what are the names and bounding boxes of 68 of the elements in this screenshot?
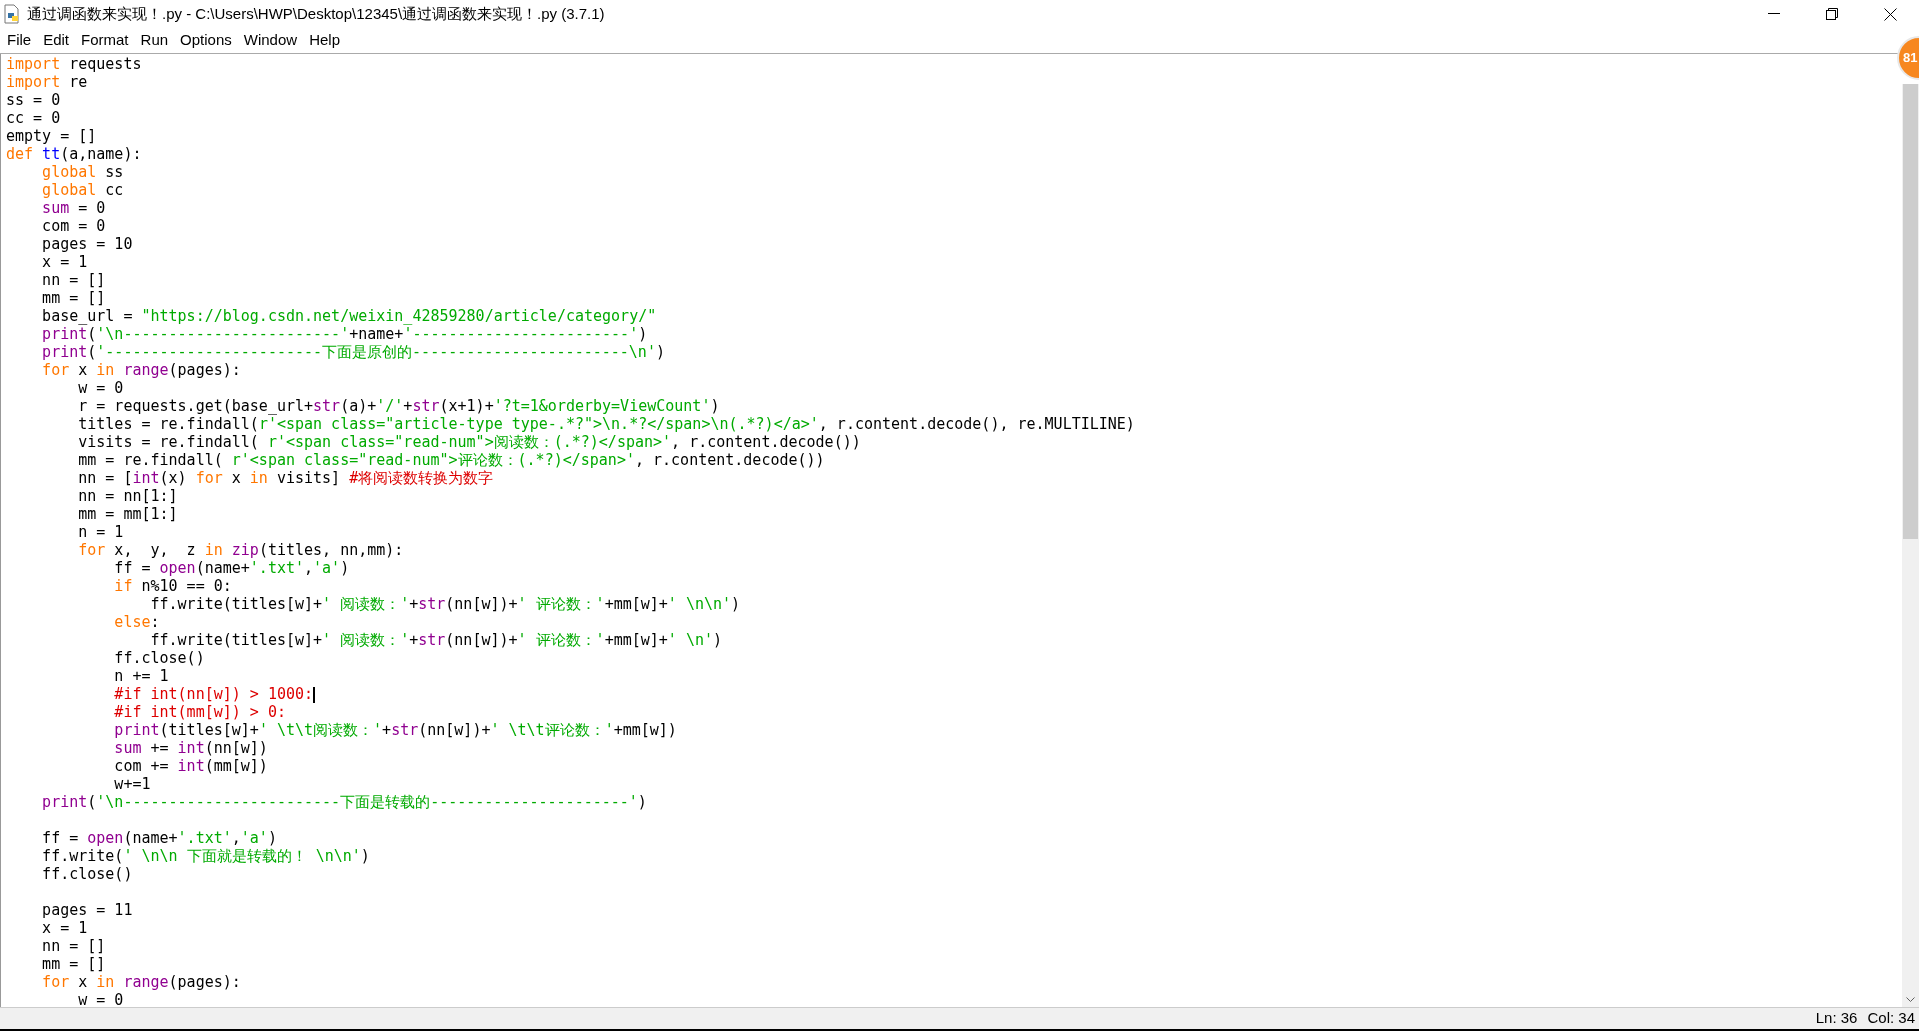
menu-item[interactable]: Format (76, 29, 134, 52)
column-number: Col: 34 (1867, 1008, 1915, 1029)
code-line: mm = re.findall( r'<span class="read-num">评论数：(.*?)</span>', r.content.decode()) (77, 451, 825, 469)
code-line: ff.write(' \n\n 下面就是转载的！ \n\n') (41, 847, 370, 865)
menu-item[interactable]: Run (135, 29, 174, 52)
menu-item[interactable]: Help (304, 29, 345, 52)
code-line: ff.write(titles[w]+' 阅读数：'+str(nn[w])+' 评论数：'+mm[w]+' \n') (149, 631, 723, 649)
code-line: nn = [int(x) for x in visits] #将阅读数转换为数字 (77, 469, 494, 487)
code-line: ff = open(name+'.txt','a') (113, 559, 350, 577)
code-line: pages = 11 (41, 901, 133, 919)
code-line: print('------------------------下面是原创的------------------------\n') (41, 343, 665, 361)
scroll-down-icon (1906, 997, 1915, 1003)
code-line: import requests (6, 55, 142, 73)
code-line: mm = [] (41, 955, 106, 973)
code-line: ff.close() (41, 865, 133, 883)
code-line: n = 1 (77, 523, 124, 541)
menu-item[interactable]: Edit (38, 29, 75, 52)
close-icon (1883, 7, 1897, 21)
code-line: ff.write(titles[w]+' 阅读数：'+str(nn[w])+' 评论数：'+mm[w]+' \n\n') (149, 595, 741, 613)
code-line: print('\n------------------------下面是转载的----------------------') (41, 793, 647, 811)
code-line: global ss (41, 163, 124, 181)
line-number: Ln: 36 (1815, 1008, 1858, 1029)
menu-item[interactable]: Window (238, 29, 303, 52)
code-line: ff.close() (113, 649, 205, 667)
python-file-icon (3, 4, 21, 24)
code-line: else: (113, 613, 160, 631)
code-line: nn = [] (41, 937, 106, 955)
code-line: r = requests.get(base_url+str(a)+'/'+str(x+1)+'?t=1&orderby=ViewCount') (77, 397, 720, 415)
code-line: for x in range(pages): (41, 973, 241, 991)
code-line: w+=1 (113, 775, 151, 793)
code-line: pages = 10 (41, 235, 133, 253)
code-line: #if int(nn[w]) > 1000: (113, 685, 316, 703)
code-line: x = 1 (41, 919, 88, 937)
code-line: if n%10 == 0: (113, 577, 232, 595)
code-line: nn = nn[1:] (77, 487, 178, 505)
code-line: w = 0 (77, 991, 124, 1007)
code-line: #if int(mm[w]) > 0: (113, 703, 286, 721)
code-line: ss = 0 (6, 91, 61, 109)
code-line: for x in range(pages): (41, 361, 241, 379)
code-line: mm = [] (41, 289, 106, 307)
code-line: empty = [] (6, 127, 97, 145)
code-line: print(titles[w]+' \t\t阅读数：'+str(nn[w])+' \t\t评论数：'+mm[w]) (113, 721, 677, 739)
code-line: n += 1 (113, 667, 169, 685)
code-line: ff = open(name+'.txt','a') (41, 829, 277, 847)
code-line: com += int(mm[w]) (113, 757, 268, 775)
menu-item[interactable]: File (2, 29, 37, 52)
menu-item[interactable]: Options (175, 29, 237, 52)
code-line: print('\n------------------------'+name+'------------------------') (41, 325, 648, 343)
code-line: titles = re.findall(r'<span class="article-type type-.*?">\n.*?</span>\n(.*?)</a>', r.content.decode(), re.MULTILINE) (77, 415, 1135, 433)
code-line: sum += int(nn[w]) (113, 739, 268, 757)
minimize-icon (1768, 13, 1780, 15)
code-line: for x, y, z in zip(titles, nn,mm): (77, 541, 404, 559)
code-line: nn = [] (41, 271, 106, 289)
code-line: com = 0 (41, 217, 106, 235)
code-line: x = 1 (41, 253, 88, 271)
window-title: 通过调函数来实现！.py - C:\Users\HWP\Desktop\12345\通过调函数来实现！.py (3.7.1) (27, 3, 605, 24)
code-line: cc = 0 (6, 109, 61, 127)
restore-icon (1826, 8, 1838, 20)
scrollbar[interactable] (1902, 84, 1919, 1007)
code-line: mm = mm[1:] (77, 505, 178, 523)
code-line: base_url = "https://blog.csdn.net/weixin_42859280/article/category/" (41, 307, 657, 325)
code-line: sum = 0 (41, 199, 106, 217)
scrollbar-thumb[interactable] (1903, 84, 1918, 539)
code-line: def tt(a,name): (6, 145, 142, 163)
code-line: import re (6, 73, 88, 91)
code-line: w = 0 (77, 379, 124, 397)
code-line: visits = re.findall( r'<span class="read-num">阅读数：(.*?)</span>', r.content.decode()) (77, 433, 861, 451)
code-line: global cc (41, 181, 124, 199)
